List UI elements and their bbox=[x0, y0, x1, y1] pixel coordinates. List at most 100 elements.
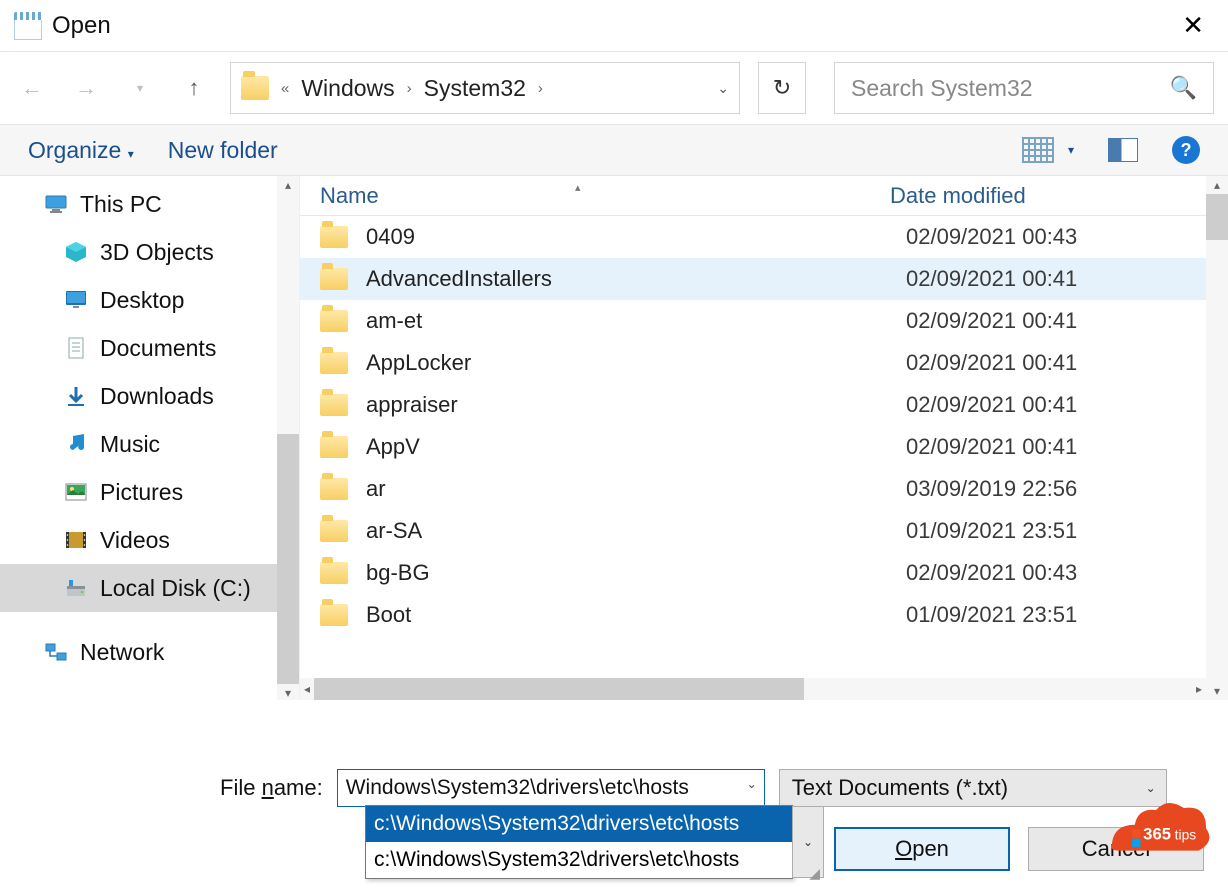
chevron-right-icon: › bbox=[534, 80, 547, 97]
file-row[interactable]: appraiser02/09/2021 00:41 bbox=[300, 384, 1228, 426]
file-row[interactable]: am-et02/09/2021 00:41 bbox=[300, 300, 1228, 342]
column-headers: Name▴ Date modified bbox=[300, 176, 1228, 216]
folder-icon bbox=[320, 394, 348, 416]
file-date: 02/09/2021 00:41 bbox=[906, 266, 1228, 292]
new-folder-button[interactable]: New folder bbox=[168, 137, 278, 164]
file-row[interactable]: AdvancedInstallers02/09/2021 00:41 bbox=[300, 258, 1228, 300]
chevron-right-icon: › bbox=[403, 80, 416, 97]
sidebar-item-local-disk-c-[interactable]: Local Disk (C:) bbox=[0, 564, 299, 612]
folder-icon bbox=[320, 268, 348, 290]
refresh-button[interactable]: ↻ bbox=[758, 62, 806, 114]
view-icon[interactable] bbox=[1022, 137, 1054, 163]
file-name: AppLocker bbox=[366, 350, 906, 376]
organize-menu[interactable]: Organize ▾ bbox=[28, 137, 134, 164]
autocomplete-item[interactable]: c:\Windows\System32\drivers\etc\hosts bbox=[366, 806, 792, 842]
file-name: 0409 bbox=[366, 224, 906, 250]
chevron-left-icon: « bbox=[277, 80, 293, 97]
filelist-scrollbar-horizontal[interactable]: ◂ ▸ bbox=[300, 678, 1206, 700]
file-date: 02/09/2021 00:41 bbox=[906, 308, 1228, 334]
back-button[interactable]: ← bbox=[14, 70, 50, 106]
file-date: 02/09/2021 00:41 bbox=[906, 350, 1228, 376]
folder-icon bbox=[320, 226, 348, 248]
breadcrumb-dropdown[interactable]: ⌄ bbox=[717, 80, 729, 97]
file-row[interactable]: ar03/09/2019 22:56 bbox=[300, 468, 1228, 510]
sidebar-item-label: Documents bbox=[100, 335, 216, 362]
sidebar-item-downloads[interactable]: Downloads bbox=[0, 372, 299, 420]
breadcrumb-part[interactable]: System32 bbox=[424, 75, 526, 102]
file-row[interactable]: AppLocker02/09/2021 00:41 bbox=[300, 342, 1228, 384]
doc-icon bbox=[62, 336, 90, 360]
close-button[interactable]: ✕ bbox=[1172, 4, 1214, 47]
resize-grip-icon[interactable]: ◢ bbox=[809, 865, 820, 882]
search-placeholder: Search System32 bbox=[851, 75, 1033, 102]
filename-autocomplete[interactable]: c:\Windows\System32\drivers\etc\hosts c:… bbox=[365, 805, 793, 879]
sidebar-item-music[interactable]: Music bbox=[0, 420, 299, 468]
sidebar-item-this-pc[interactable]: This PC bbox=[0, 180, 299, 228]
sort-indicator-icon: ▴ bbox=[575, 181, 581, 194]
file-row[interactable]: ar-SA01/09/2021 23:51 bbox=[300, 510, 1228, 552]
download-icon bbox=[62, 384, 90, 408]
sidebar-item-label: Network bbox=[80, 639, 164, 666]
filelist-scrollbar-vertical[interactable]: ▴ ▾ bbox=[1206, 176, 1228, 700]
up-button[interactable]: ↑ bbox=[176, 70, 212, 106]
sidebar-item-label: Videos bbox=[100, 527, 170, 554]
file-name: am-et bbox=[366, 308, 906, 334]
folder-icon bbox=[320, 352, 348, 374]
sidebar-item-pictures[interactable]: Pictures bbox=[0, 468, 299, 516]
forward-button[interactable]: → bbox=[68, 70, 104, 106]
file-name: Boot bbox=[366, 602, 906, 628]
file-name: bg-BG bbox=[366, 560, 906, 586]
sidebar-item-network[interactable]: Network bbox=[0, 628, 299, 676]
breadcrumb-part[interactable]: Windows bbox=[301, 75, 394, 102]
sidebar-item-label: Downloads bbox=[100, 383, 214, 410]
command-bar: Organize ▾ New folder ▾ ? bbox=[0, 124, 1228, 176]
open-button[interactable]: Open bbox=[834, 827, 1010, 871]
pic-icon bbox=[62, 480, 90, 504]
sidebar-item-desktop[interactable]: Desktop bbox=[0, 276, 299, 324]
filename-dropdown-icon[interactable]: ⌄ bbox=[747, 777, 757, 791]
pc-icon bbox=[42, 192, 70, 216]
autocomplete-item[interactable]: c:\Windows\System32\drivers\etc\hosts bbox=[366, 842, 792, 878]
sidebar-item-label: Desktop bbox=[100, 287, 184, 314]
sidebar-item-3d-objects[interactable]: 3D Objects bbox=[0, 228, 299, 276]
file-date: 02/09/2021 00:41 bbox=[906, 434, 1228, 460]
title-bar: Open ✕ bbox=[0, 0, 1228, 52]
folder-icon bbox=[320, 562, 348, 584]
navigation-row: ← → ▾ ↑ « Windows › System32 › ⌄ ↻ Searc… bbox=[0, 52, 1228, 124]
view-dropdown[interactable]: ▾ bbox=[1068, 143, 1074, 157]
recent-dropdown[interactable]: ▾ bbox=[122, 70, 158, 106]
sidebar-item-label: Local Disk (C:) bbox=[100, 575, 251, 602]
chevron-down-icon: ⌄ bbox=[1146, 781, 1156, 795]
preview-pane-icon[interactable] bbox=[1108, 138, 1138, 162]
file-row[interactable]: Boot01/09/2021 23:51 bbox=[300, 594, 1228, 636]
help-icon[interactable]: ? bbox=[1172, 136, 1200, 164]
folder-icon bbox=[320, 310, 348, 332]
watermark-365tips: 365 tips bbox=[1102, 797, 1214, 871]
net-icon bbox=[42, 640, 70, 664]
file-row[interactable]: AppV02/09/2021 00:41 bbox=[300, 426, 1228, 468]
search-icon: 🔍 bbox=[1170, 75, 1197, 101]
column-date[interactable]: Date modified bbox=[890, 183, 1228, 209]
folder-icon bbox=[241, 76, 269, 100]
file-name: AppV bbox=[366, 434, 906, 460]
search-input[interactable]: Search System32 🔍 bbox=[834, 62, 1214, 114]
music-icon bbox=[62, 432, 90, 456]
file-row[interactable]: bg-BG02/09/2021 00:43 bbox=[300, 552, 1228, 594]
file-row[interactable]: 040902/09/2021 00:43 bbox=[300, 216, 1228, 258]
folder-icon bbox=[320, 436, 348, 458]
notepad-icon bbox=[14, 12, 42, 40]
filename-input[interactable] bbox=[337, 769, 765, 807]
file-name: appraiser bbox=[366, 392, 906, 418]
sidebar-item-documents[interactable]: Documents bbox=[0, 324, 299, 372]
sidebar-scrollbar[interactable]: ▴ ▾ bbox=[277, 176, 299, 700]
file-date: 01/09/2021 23:51 bbox=[906, 602, 1228, 628]
svg-text:tips: tips bbox=[1175, 827, 1197, 843]
column-name[interactable]: Name▴ bbox=[320, 183, 890, 209]
sidebar-item-label: Music bbox=[100, 431, 160, 458]
file-date: 02/09/2021 00:43 bbox=[906, 224, 1228, 250]
window-title: Open bbox=[52, 12, 111, 40]
breadcrumb[interactable]: « Windows › System32 › ⌄ bbox=[230, 62, 740, 114]
navigation-pane: This PC3D Objects Desktop Documents Downloa… bbox=[0, 176, 300, 700]
sidebar-item-videos[interactable]: Videos bbox=[0, 516, 299, 564]
file-name: AdvancedInstallers bbox=[366, 266, 906, 292]
